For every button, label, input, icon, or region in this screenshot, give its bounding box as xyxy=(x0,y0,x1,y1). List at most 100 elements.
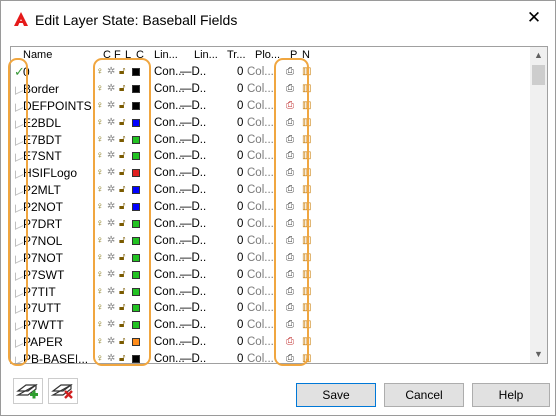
lineweight-value[interactable]: —D.. xyxy=(180,99,206,114)
plotstyle-value[interactable]: Col... xyxy=(247,183,274,198)
plotstyle-value[interactable]: Col... xyxy=(247,166,274,181)
lightbulb-icon[interactable]: ♀ xyxy=(96,235,104,247)
lightbulb-icon[interactable]: ♀ xyxy=(96,117,104,129)
new-viewport-icon[interactable]: ▥ xyxy=(302,252,311,264)
new-viewport-icon[interactable]: ▥ xyxy=(302,117,311,129)
padlock-icon[interactable]: 🔓︎ xyxy=(119,167,125,179)
printer-icon[interactable]: ⎙ xyxy=(286,218,294,230)
table-row[interactable]: Border ♀ ✲ 🔓︎ Con... —D.. 0 Col... ⎙ ▥ xyxy=(11,81,531,98)
printer-icon[interactable]: ⎙ xyxy=(286,167,294,179)
plotstyle-value[interactable]: Col... xyxy=(247,65,274,80)
printer-icon[interactable]: ⎙ xyxy=(286,150,294,162)
plotstyle-value[interactable]: Col... xyxy=(247,301,274,316)
lightbulb-icon[interactable]: ♀ xyxy=(96,353,104,363)
sun-icon[interactable]: ✲ xyxy=(107,83,115,95)
new-viewport-icon[interactable]: ▥ xyxy=(302,302,311,314)
printer-icon[interactable]: ⎙ xyxy=(286,201,294,213)
lineweight-value[interactable]: —D.. xyxy=(180,234,206,249)
sun-icon[interactable]: ✲ xyxy=(107,269,115,281)
column-header-freeze[interactable]: F xyxy=(114,49,121,61)
transparency-value[interactable]: 0 xyxy=(237,285,243,300)
padlock-icon[interactable]: 🔓︎ xyxy=(119,235,125,247)
column-header-plot[interactable]: P xyxy=(290,49,297,61)
transparency-value[interactable]: 0 xyxy=(237,335,243,350)
printer-icon[interactable]: ⎙ xyxy=(286,235,294,247)
new-viewport-icon[interactable]: ▥ xyxy=(302,286,311,298)
plotstyle-value[interactable]: Col... xyxy=(247,149,274,164)
plotstyle-value[interactable]: Col... xyxy=(247,99,274,114)
lineweight-value[interactable]: —D.. xyxy=(180,183,206,198)
table-row[interactable]: P2MLT ♀ ✲ 🔓︎ Con... —D.. 0 Col... ⎙ ▥ xyxy=(11,182,531,199)
new-viewport-icon[interactable]: ▥ xyxy=(302,319,311,331)
plotstyle-value[interactable]: Col... xyxy=(247,200,274,215)
color-swatch[interactable] xyxy=(132,287,140,296)
lightbulb-icon[interactable]: ♀ xyxy=(96,302,104,314)
lineweight-value[interactable]: —D.. xyxy=(180,149,206,164)
padlock-icon[interactable]: 🔓︎ xyxy=(119,252,125,264)
plotstyle-value[interactable]: Col... xyxy=(247,116,274,131)
vertical-scrollbar[interactable]: ▲ ▼ xyxy=(530,47,547,363)
padlock-icon[interactable]: 🔓︎ xyxy=(119,319,125,331)
printer-icon[interactable]: ⎙ xyxy=(286,319,294,331)
column-header-lock[interactable]: L xyxy=(125,49,131,61)
color-swatch[interactable] xyxy=(132,152,140,161)
transparency-value[interactable]: 0 xyxy=(237,200,243,215)
sun-icon[interactable]: ✲ xyxy=(107,302,115,314)
padlock-icon[interactable]: 🔓︎ xyxy=(119,134,125,146)
color-swatch[interactable] xyxy=(132,101,140,110)
sun-icon[interactable]: ✲ xyxy=(107,201,115,213)
column-header-linetype[interactable]: Lin... xyxy=(154,49,178,61)
lineweight-value[interactable]: —D.. xyxy=(180,116,206,131)
transparency-value[interactable]: 0 xyxy=(237,234,243,249)
color-swatch[interactable] xyxy=(132,321,140,330)
lineweight-value[interactable]: —D.. xyxy=(180,200,206,215)
table-row[interactable]: PAPER ♀ ✲ 🔓︎ Con... —D.. 0 Col... ⎙ ▥ xyxy=(11,334,531,351)
sun-icon[interactable]: ✲ xyxy=(107,134,115,146)
color-swatch[interactable] xyxy=(132,118,140,127)
lineweight-value[interactable]: —D.. xyxy=(180,217,206,232)
lineweight-value[interactable]: —D.. xyxy=(180,251,206,266)
new-viewport-icon[interactable]: ▥ xyxy=(302,167,311,179)
save-button[interactable]: Save xyxy=(296,383,376,407)
new-viewport-icon[interactable]: ▥ xyxy=(302,66,311,78)
lineweight-value[interactable]: —D.. xyxy=(180,166,206,181)
column-header-color[interactable]: C xyxy=(136,49,144,61)
new-viewport-icon[interactable]: ▥ xyxy=(302,336,311,348)
table-row[interactable]: E7BDT ♀ ✲ 🔓︎ Con... —D.. 0 Col... ⎙ ▥ xyxy=(11,132,531,149)
add-layers-button[interactable] xyxy=(13,378,43,404)
transparency-value[interactable]: 0 xyxy=(237,301,243,316)
lightbulb-icon[interactable]: ♀ xyxy=(96,167,104,179)
lightbulb-icon[interactable]: ♀ xyxy=(96,252,104,264)
sun-icon[interactable]: ✲ xyxy=(107,235,115,247)
padlock-icon[interactable]: 🔓︎ xyxy=(119,353,125,363)
transparency-value[interactable]: 0 xyxy=(237,133,243,148)
padlock-icon[interactable]: 🔓︎ xyxy=(119,66,125,78)
printer-icon[interactable]: ⎙ xyxy=(286,336,294,348)
transparency-value[interactable]: 0 xyxy=(237,65,243,80)
lightbulb-icon[interactable]: ♀ xyxy=(96,201,104,213)
table-row[interactable]: E7SNT ♀ ✲ 🔓︎ Con... —D.. 0 Col... ⎙ ▥ xyxy=(11,148,531,165)
color-swatch[interactable] xyxy=(132,304,140,313)
lightbulb-icon[interactable]: ♀ xyxy=(96,218,104,230)
plotstyle-value[interactable]: Col... xyxy=(247,133,274,148)
transparency-value[interactable]: 0 xyxy=(237,217,243,232)
column-header-lineweight[interactable]: Lin... xyxy=(194,49,218,61)
padlock-icon[interactable]: 🔓︎ xyxy=(119,117,125,129)
column-header-transparency[interactable]: Tr... xyxy=(227,49,246,61)
plotstyle-value[interactable]: Col... xyxy=(247,217,274,232)
printer-icon[interactable]: ⎙ xyxy=(286,100,294,112)
transparency-value[interactable]: 0 xyxy=(237,166,243,181)
plotstyle-value[interactable]: Col... xyxy=(247,234,274,249)
sun-icon[interactable]: ✲ xyxy=(107,252,115,264)
lightbulb-icon[interactable]: ♀ xyxy=(96,150,104,162)
table-row[interactable]: P7TIT ♀ ✲ 🔓︎ Con... —D.. 0 Col... ⎙ ▥ xyxy=(11,284,531,301)
transparency-value[interactable]: 0 xyxy=(237,268,243,283)
plotstyle-value[interactable]: Col... xyxy=(247,82,274,97)
printer-icon[interactable]: ⎙ xyxy=(286,117,294,129)
transparency-value[interactable]: 0 xyxy=(237,352,243,363)
lineweight-value[interactable]: —D.. xyxy=(180,285,206,300)
column-header-name[interactable]: Name xyxy=(23,49,52,61)
sun-icon[interactable]: ✲ xyxy=(107,66,115,78)
column-header-plotstyle[interactable]: Plo... xyxy=(255,49,280,61)
lineweight-value[interactable]: —D.. xyxy=(180,65,206,80)
